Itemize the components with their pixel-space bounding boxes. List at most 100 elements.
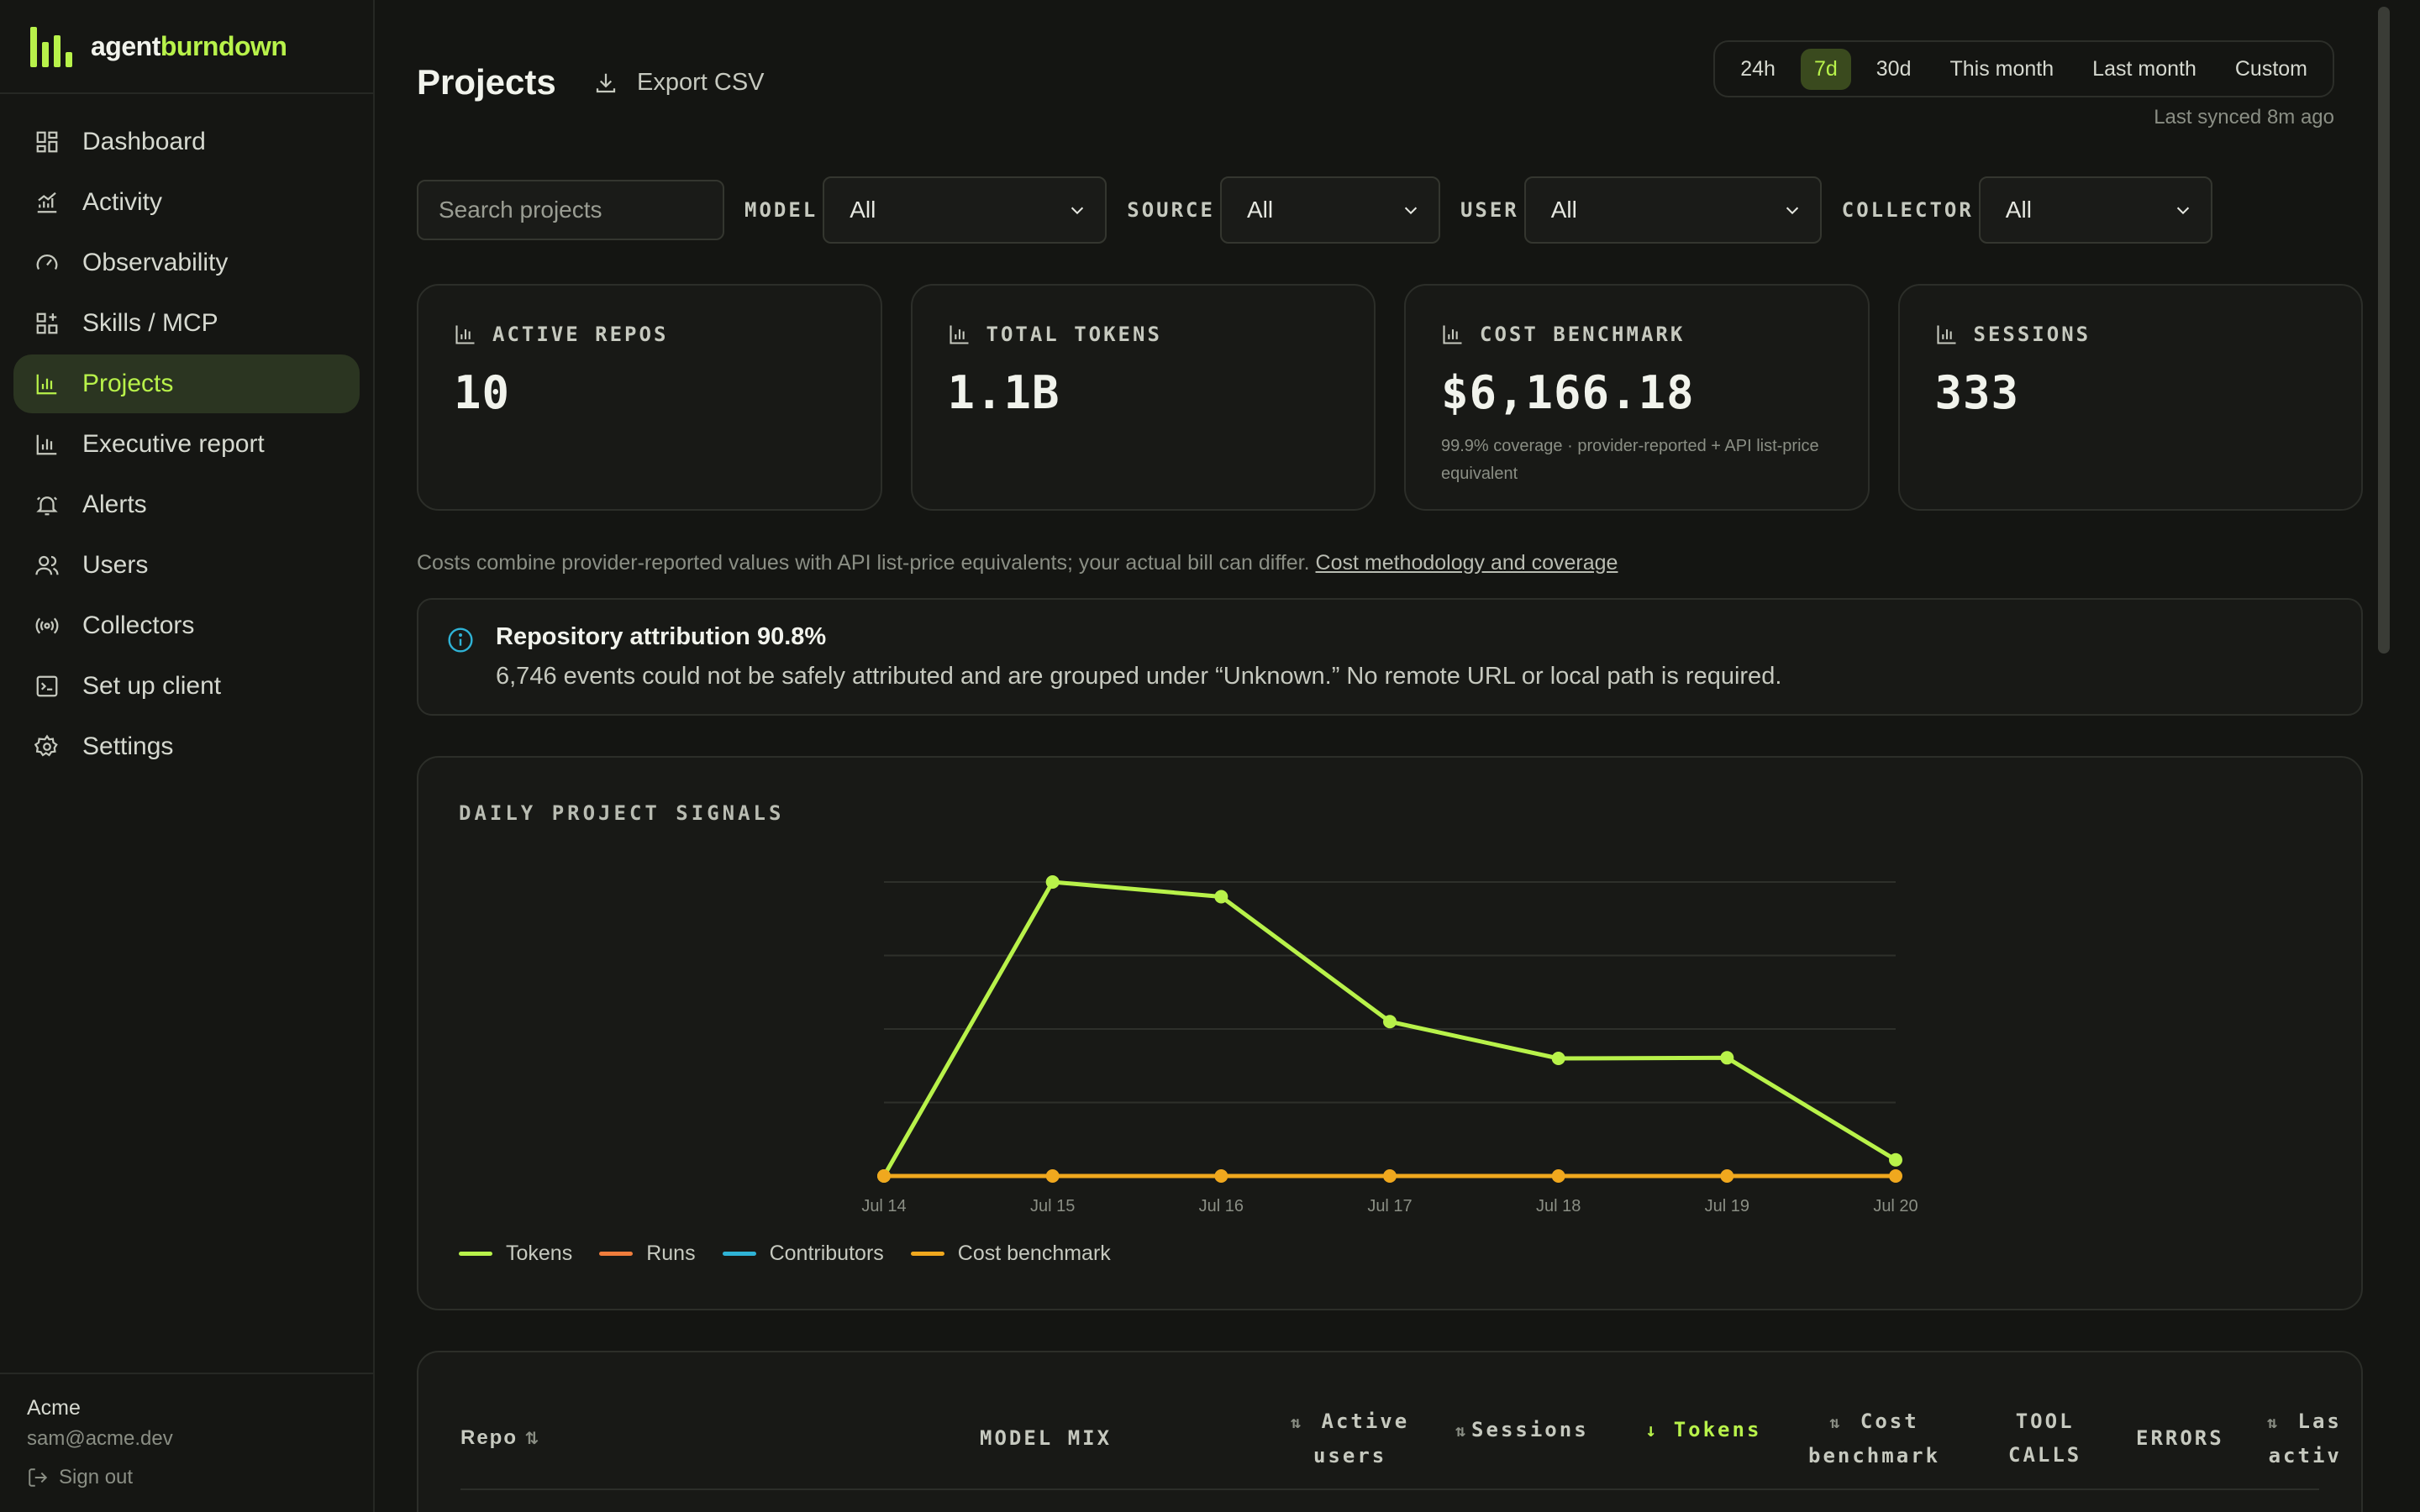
cost-methodology-link[interactable]: Cost methodology and coverage xyxy=(1316,551,1618,575)
sidebar: agentburndown Dashboard Activity Observa… xyxy=(0,0,375,1512)
user-select-value: All xyxy=(1550,197,1577,223)
column-header-tokens[interactable]: ↓ Tokens xyxy=(1645,1413,1761,1448)
broadcast-icon xyxy=(34,612,60,639)
sidebar-item-label: Executive report xyxy=(82,430,265,458)
bell-icon xyxy=(34,491,60,518)
banner-text: 6,746 events could not be safely attribu… xyxy=(496,663,1782,690)
range-last-month[interactable]: Last month xyxy=(2079,49,2210,90)
user-email: sam@acme.dev xyxy=(27,1427,173,1450)
range-30d[interactable]: 30d xyxy=(1863,49,1925,90)
x-tick-label: Jul 19 xyxy=(1705,1197,1749,1215)
chevron-down-icon xyxy=(2176,207,2189,215)
range-custom[interactable]: Custom xyxy=(2222,49,2321,90)
range-7d[interactable]: 7d xyxy=(1800,48,1851,90)
kpi-note: 99.9% coverage · provider-reported + API… xyxy=(1441,437,1819,483)
kpi-value: 10 xyxy=(454,366,511,419)
sidebar-item-label: Users xyxy=(82,551,149,579)
range-this-month[interactable]: This month xyxy=(1937,49,2068,90)
sidebar-item-observability[interactable]: Observability xyxy=(13,234,360,292)
kpi-label: COST BENCHMARK xyxy=(1441,323,1833,346)
sidebar-item-settings[interactable]: Settings xyxy=(13,717,360,776)
scrollbar-thumb[interactable] xyxy=(2378,7,2390,654)
data-point-tokens xyxy=(1214,890,1228,904)
org-name: Acme xyxy=(27,1396,81,1420)
sidebar-item-executive-report[interactable]: Executive report xyxy=(13,415,360,474)
users-icon xyxy=(34,552,60,579)
brand[interactable]: agentburndown xyxy=(0,0,373,94)
chevron-down-icon xyxy=(1071,207,1084,215)
sign-out-icon xyxy=(29,1468,48,1487)
sidebar-item-skills-mcp[interactable]: Skills / MCP xyxy=(13,294,360,353)
export-csv-button[interactable]: Export CSV xyxy=(593,69,765,97)
data-point-tokens xyxy=(1551,1052,1565,1065)
gear-icon xyxy=(34,733,60,760)
user-filter-label: USER xyxy=(1460,198,1519,222)
sidebar-item-dashboard[interactable]: Dashboard xyxy=(13,113,360,171)
source-select[interactable]: All xyxy=(1219,176,1440,244)
sidebar-item-label: Observability xyxy=(82,249,229,276)
terminal-icon xyxy=(34,673,60,700)
table-divider xyxy=(460,1488,2319,1490)
source-filter-label: SOURCE xyxy=(1127,198,1215,222)
sign-out-button[interactable]: Sign out xyxy=(27,1466,346,1489)
data-point-cost-benchmark xyxy=(1214,1169,1228,1183)
source-select-value: All xyxy=(1246,197,1274,223)
kpi-value: $6,166.18 xyxy=(1441,366,1695,419)
x-tick-label: Jul 18 xyxy=(1536,1197,1581,1215)
filter-bar: MODEL All SOURCE All USER All COLLECTOR … xyxy=(417,176,2212,244)
sidebar-item-activity[interactable]: Activity xyxy=(13,173,360,232)
last-synced: Last synced 8m ago xyxy=(2154,106,2334,129)
data-point-tokens xyxy=(1889,1152,1902,1167)
legend-item-runs[interactable]: Runs xyxy=(599,1242,696,1266)
legend-item-cost-benchmark[interactable]: Cost benchmark xyxy=(910,1242,1111,1266)
column-header-active-users[interactable]: ⇅ Active users xyxy=(1291,1404,1409,1473)
sidebar-item-alerts[interactable]: Alerts xyxy=(13,475,360,534)
bar-chart-icon xyxy=(1443,325,1462,344)
x-tick-label: Jul 17 xyxy=(1367,1197,1412,1215)
model-select[interactable]: All xyxy=(823,176,1107,244)
user-select[interactable]: All xyxy=(1523,176,1822,244)
legend-item-contributors[interactable]: Contributors xyxy=(722,1242,884,1266)
kpi-active-repos: ACTIVE REPOS 10 xyxy=(417,284,882,511)
kpi-total-tokens: TOTAL TOKENS 1.1B xyxy=(910,284,1376,511)
page-scrollbar[interactable] xyxy=(2366,0,2393,1512)
data-point-cost-benchmark xyxy=(877,1169,891,1183)
sidebar-item-label: Activity xyxy=(82,188,163,216)
legend-label: Runs xyxy=(646,1242,696,1265)
sidebar-item-set-up-client[interactable]: Set up client xyxy=(13,657,360,716)
sidebar-item-label: Settings xyxy=(82,732,174,760)
info-icon xyxy=(448,627,473,653)
export-csv-label: Export CSV xyxy=(637,69,765,96)
column-header-errors: ERRORS xyxy=(2136,1426,2224,1450)
report-chart-icon xyxy=(34,431,60,458)
legend-item-tokens[interactable]: Tokens xyxy=(459,1242,572,1266)
column-header-repo[interactable]: Repo ⇅ xyxy=(460,1421,544,1456)
sidebar-item-label: Skills / MCP xyxy=(82,309,218,337)
range-24h[interactable]: 24h xyxy=(1727,49,1789,90)
data-point-cost-benchmark xyxy=(1889,1169,1902,1183)
column-header-sessions[interactable]: ⇅ Sessions xyxy=(1455,1413,1589,1447)
collector-select[interactable]: All xyxy=(1978,176,2212,244)
sidebar-footer: Acme sam@acme.dev Sign out xyxy=(0,1373,373,1512)
sign-out-label: Sign out xyxy=(59,1466,134,1488)
legend-swatch xyxy=(599,1252,634,1256)
download-icon xyxy=(596,73,616,92)
collector-filter-label: COLLECTOR xyxy=(1841,198,1974,222)
kpi-cost-benchmark: COST BENCHMARK $6,166.18 99.9% coverage … xyxy=(1404,284,1870,511)
column-header-last-active[interactable]: ⇅ Las activ xyxy=(2267,1404,2342,1473)
kpi-sessions: SESSIONS 333 xyxy=(1897,284,2363,511)
chevron-down-icon xyxy=(1786,207,1798,215)
sidebar-item-users[interactable]: Users xyxy=(13,536,360,595)
column-header-cost-benchmark[interactable]: ⇅ Cost benchmark xyxy=(1808,1404,1940,1473)
data-point-tokens xyxy=(1383,1015,1397,1029)
cost-note: Costs combine provider-reported values w… xyxy=(417,551,1618,575)
search-input[interactable] xyxy=(417,180,724,240)
model-filter-label: MODEL xyxy=(744,198,818,222)
sidebar-item-collectors[interactable]: Collectors xyxy=(13,596,360,655)
banner-title: Repository attribution 90.8% xyxy=(496,623,827,650)
sidebar-item-label: Alerts xyxy=(82,491,147,518)
column-header-model-mix: MODEL MIX xyxy=(980,1426,1113,1450)
sidebar-item-projects[interactable]: Projects xyxy=(13,354,360,413)
column-header-tool-calls: TOOL CALLS xyxy=(2008,1410,2082,1467)
kpi-row: ACTIVE REPOS 10 TOTAL TOKENS 1.1B COST B… xyxy=(417,284,2363,511)
